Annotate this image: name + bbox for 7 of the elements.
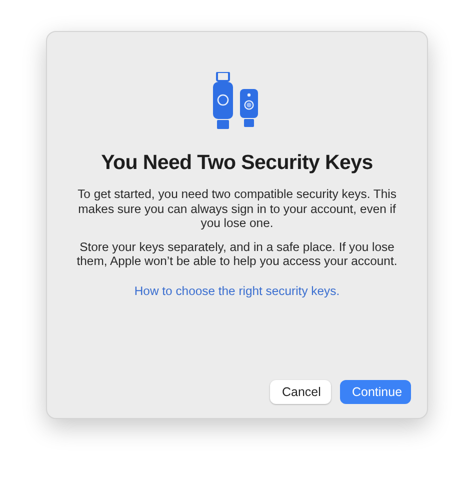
dialog-title: You Need Two Security Keys [101, 151, 373, 175]
cancel-button[interactable]: Cancel [270, 380, 331, 404]
body-text: To get started, you need two compatible security keys. This makes sure you can always sign in to your account, even if you lose one. [76, 187, 398, 230]
continue-button[interactable]: Continue [340, 380, 411, 404]
body-text: Store your keys separately, and in a safe place. If you lose them, Apple won’t be able to help you access your account. [76, 240, 398, 268]
help-link[interactable]: How to choose the right security keys. [134, 284, 340, 298]
security-keys-icon [213, 72, 261, 132]
